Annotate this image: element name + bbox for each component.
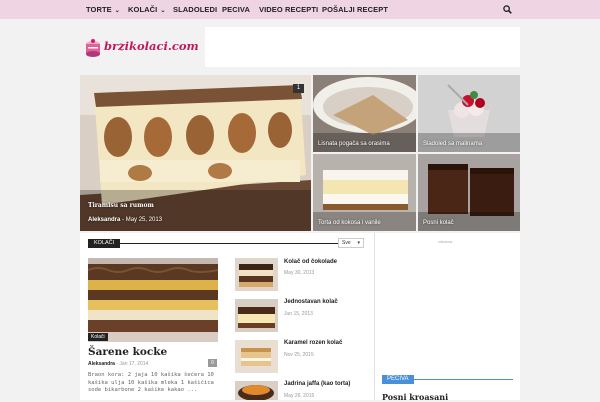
post-date: Jan 17, 2014 bbox=[119, 361, 149, 367]
featured-tile[interactable]: Posni kolač bbox=[418, 154, 520, 231]
list-item-thumbnail[interactable] bbox=[235, 340, 278, 373]
nav-label: VIDEO RECEPTI bbox=[259, 5, 319, 14]
featured-main-meta: Aleksandra - May 25, 2013 bbox=[88, 217, 163, 223]
sidebar-category-tag[interactable]: PECIVA bbox=[382, 375, 414, 384]
category-badge[interactable]: Kolači bbox=[88, 333, 108, 341]
featured-main-title[interactable]: Tiramisu sa rumom bbox=[88, 202, 154, 209]
featured-tile[interactable]: Torta od kokosa i vanile bbox=[313, 154, 416, 231]
list-item-title[interactable]: Jadrina jaffa (kao torta) bbox=[284, 381, 350, 387]
section-filter-dropdown[interactable]: Sve ▾ bbox=[338, 238, 364, 248]
list-item-title[interactable]: Karamel rozen kolač bbox=[284, 340, 342, 346]
list-item-title[interactable]: Jednostavan kolač bbox=[284, 299, 338, 305]
chevron-down-icon: ⌄ bbox=[114, 8, 120, 14]
section-divider bbox=[88, 243, 364, 244]
featured-tile-title: Lisnata pogača sa orasima bbox=[318, 141, 390, 147]
chocolate-cake-thumb bbox=[235, 258, 278, 291]
list-item-thumbnail[interactable] bbox=[235, 299, 278, 332]
nav-label: KOLAČI bbox=[128, 5, 158, 14]
chevron-down-icon: ▾ bbox=[357, 240, 360, 246]
search-icon[interactable] bbox=[503, 5, 512, 14]
list-item-date: May 30, 2013 bbox=[284, 270, 315, 276]
cake-logo-icon bbox=[86, 39, 100, 57]
post-date: May 25, 2013 bbox=[125, 217, 163, 223]
site-logo[interactable]: brzikolaci.com bbox=[83, 36, 199, 58]
featured-tile-title: Posni kolač bbox=[423, 220, 454, 226]
nav-item-video-recepti[interactable]: VIDEO RECEPTI bbox=[259, 0, 318, 19]
ad-label: reklama bbox=[438, 239, 453, 244]
chevron-down-icon: ⌄ bbox=[160, 8, 166, 14]
featured-tile-title: Sladoled sa malinama bbox=[423, 141, 483, 147]
header-ad-banner[interactable] bbox=[205, 27, 520, 67]
comment-count-badge[interactable]: 1 bbox=[293, 84, 304, 93]
nav-item-torte[interactable]: TORTE ⌄ bbox=[86, 0, 120, 19]
featured-main-tile[interactable]: Tiramisu sa rumom Aleksandra - May 25, 2… bbox=[80, 75, 311, 231]
logo-text: brzikolaci.com bbox=[104, 39, 199, 53]
featured-tile[interactable]: Lisnata pogača sa orasima bbox=[313, 75, 416, 152]
list-item-date: Nov 25, 2015 bbox=[284, 352, 314, 358]
big-post-excerpt: Braon kora: 2 jaja 10 kašika šećera 10 k… bbox=[88, 372, 214, 393]
list-item-title[interactable]: Kolač od čokolade bbox=[284, 259, 337, 265]
author-name[interactable]: Aleksandra bbox=[88, 217, 120, 223]
featured-tile-title: Torta od kokosa i vanile bbox=[318, 220, 381, 226]
nav-item-posalji-recept[interactable]: POŠALJI RECEPT bbox=[322, 0, 388, 19]
list-item-date: May 26, 2015 bbox=[284, 393, 315, 399]
nav-label: TORTE bbox=[86, 5, 112, 14]
simple-cake-thumb bbox=[235, 299, 278, 332]
sidebar-post-title[interactable]: Posni kroasani bbox=[382, 392, 448, 402]
caramel-cake-thumb bbox=[235, 340, 278, 373]
nav-label: PECIVA bbox=[222, 5, 250, 14]
section-label[interactable]: KOLAČI bbox=[88, 239, 121, 248]
featured-tile[interactable]: Sladoled sa malinama bbox=[418, 75, 520, 152]
big-post-image[interactable]: Kolači bbox=[88, 258, 218, 342]
list-item-thumbnail[interactable] bbox=[235, 258, 278, 291]
layered-cake-image bbox=[88, 258, 218, 342]
comment-count-badge[interactable]: 0 bbox=[208, 359, 217, 367]
author-name[interactable]: Aleksandra bbox=[88, 361, 115, 367]
nav-item-sladoledi[interactable]: SLADOLEDI bbox=[173, 0, 217, 19]
jaffa-cake-thumb bbox=[235, 381, 278, 400]
list-item-thumbnail[interactable] bbox=[235, 381, 278, 400]
filter-value: Sve bbox=[342, 240, 351, 246]
nav-item-kolaci[interactable]: KOLAČI ⌄ bbox=[128, 0, 166, 19]
nav-label: POŠALJI RECEPT bbox=[322, 5, 388, 14]
top-navigation: TORTE ⌄ KOLAČI ⌄ SLADOLEDI PECIVA VIDEO RE… bbox=[0, 0, 600, 19]
nav-item-peciva[interactable]: PECIVA bbox=[222, 0, 250, 19]
big-post-meta: Aleksandra - Jan 17, 2014 bbox=[88, 361, 149, 367]
list-item-date: Jun 15, 2013 bbox=[284, 311, 313, 317]
big-post-title[interactable]: Šarene kocke bbox=[88, 346, 167, 358]
nav-label: SLADOLEDI bbox=[173, 5, 218, 14]
